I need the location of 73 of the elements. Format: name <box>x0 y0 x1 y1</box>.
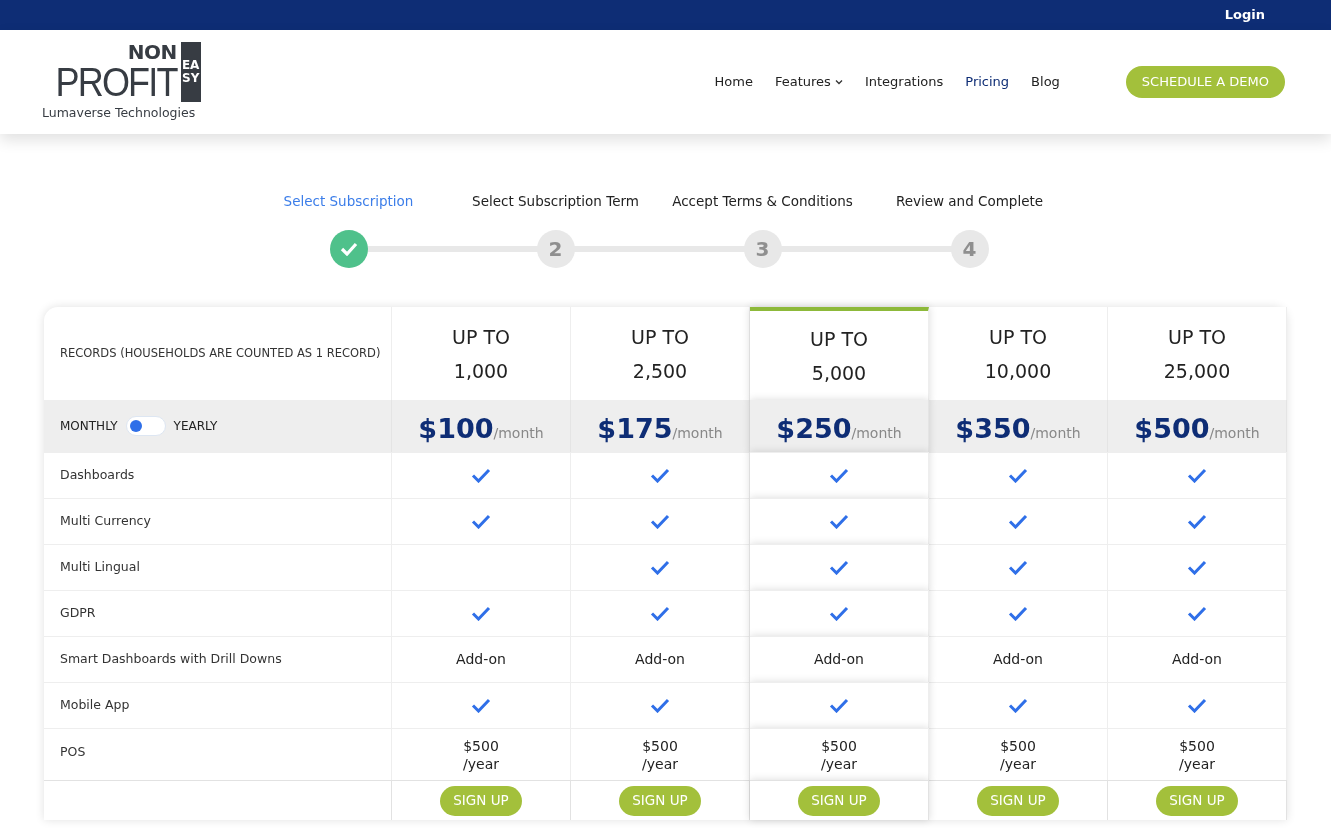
logo-text: EASY <box>180 41 201 102</box>
check-icon <box>1008 606 1028 621</box>
check-icon <box>829 514 849 529</box>
table-cell: /year <box>1179 754 1215 773</box>
check-icon <box>1008 468 1028 483</box>
check-icon <box>829 698 849 713</box>
price-cell: $175/month <box>571 400 750 452</box>
table-cell: $500 <box>642 736 678 755</box>
plan-label: UP TO <box>631 324 689 350</box>
nav-link[interactable]: Features <box>774 72 843 92</box>
check-icon <box>829 606 849 621</box>
nav-link[interactable]: Blog <box>1031 72 1060 92</box>
table-cell: /year <box>1000 754 1036 773</box>
logo-text: NON <box>127 41 177 62</box>
billing-option: MONTHLY <box>60 417 118 435</box>
step-label: Select Subscription Term <box>472 192 639 211</box>
table-cell-text: Add-on <box>814 650 864 669</box>
check-icon <box>650 514 670 529</box>
price-cell: $500/month <box>1108 400 1287 452</box>
logo-subtitle: Lumaverse Technologies <box>42 103 197 122</box>
table-cell-text: Add-on <box>635 650 685 669</box>
check-icon <box>471 514 491 529</box>
check-icon <box>471 606 491 621</box>
chevron-down-icon <box>834 79 843 85</box>
table-cell-text: Add-on <box>456 650 506 669</box>
nav-link[interactable]: Pricing <box>965 72 1010 92</box>
check-icon <box>650 560 670 575</box>
check-icon <box>1008 698 1028 713</box>
price-cell: $100/month <box>392 400 571 452</box>
check-icon <box>1187 468 1207 483</box>
plan-records: 1,000 <box>453 358 509 384</box>
table-cell: $500 <box>1000 736 1036 755</box>
plan-records: 5,000 <box>811 360 867 386</box>
step-label: Select Subscription <box>283 192 414 211</box>
logo-text: PROFIT <box>55 61 177 102</box>
nav-link[interactable]: Integrations <box>864 72 944 92</box>
plan-label: UP TO <box>452 324 510 350</box>
billing-option: YEARLY <box>173 417 218 435</box>
plan-records: 2,500 <box>632 358 688 384</box>
table-cell: /year <box>642 754 678 773</box>
check-icon <box>650 606 670 621</box>
check-icon <box>650 698 670 713</box>
check-icon <box>1008 560 1028 575</box>
price-cell: $350/month <box>929 400 1108 452</box>
check-icon <box>339 242 358 256</box>
check-icon <box>650 468 670 483</box>
plan-records: 10,000 <box>984 358 1052 384</box>
plan-label: UP TO <box>989 324 1047 350</box>
table-cell: $500 <box>463 736 499 755</box>
table-cell: /year <box>463 754 499 773</box>
check-icon <box>1187 514 1207 529</box>
table-cell: $500 <box>1179 736 1215 755</box>
plan-label: UP TO <box>1168 324 1226 350</box>
plan-label: UP TO <box>810 326 868 352</box>
login-link[interactable]: Login <box>1224 5 1265 25</box>
check-icon <box>829 560 849 575</box>
check-icon <box>829 468 849 483</box>
check-icon <box>1008 514 1028 529</box>
check-icon <box>471 698 491 713</box>
step-label: Review and Complete <box>895 192 1044 211</box>
nav-link[interactable]: Home <box>714 72 753 92</box>
table-cell: $500 <box>821 736 857 755</box>
check-icon <box>1187 560 1207 575</box>
step-label: Accept Terms & Conditions <box>672 192 853 211</box>
billing-toggle[interactable] <box>125 416 166 436</box>
table-cell-text: Add-on <box>1172 650 1222 669</box>
table-cell-text: Add-on <box>993 650 1043 669</box>
check-icon <box>1187 606 1207 621</box>
table-cell: /year <box>821 754 857 773</box>
plan-records: 25,000 <box>1163 358 1231 384</box>
check-icon <box>1187 698 1207 713</box>
check-icon <box>471 468 491 483</box>
price-cell: $250/month <box>750 400 929 452</box>
